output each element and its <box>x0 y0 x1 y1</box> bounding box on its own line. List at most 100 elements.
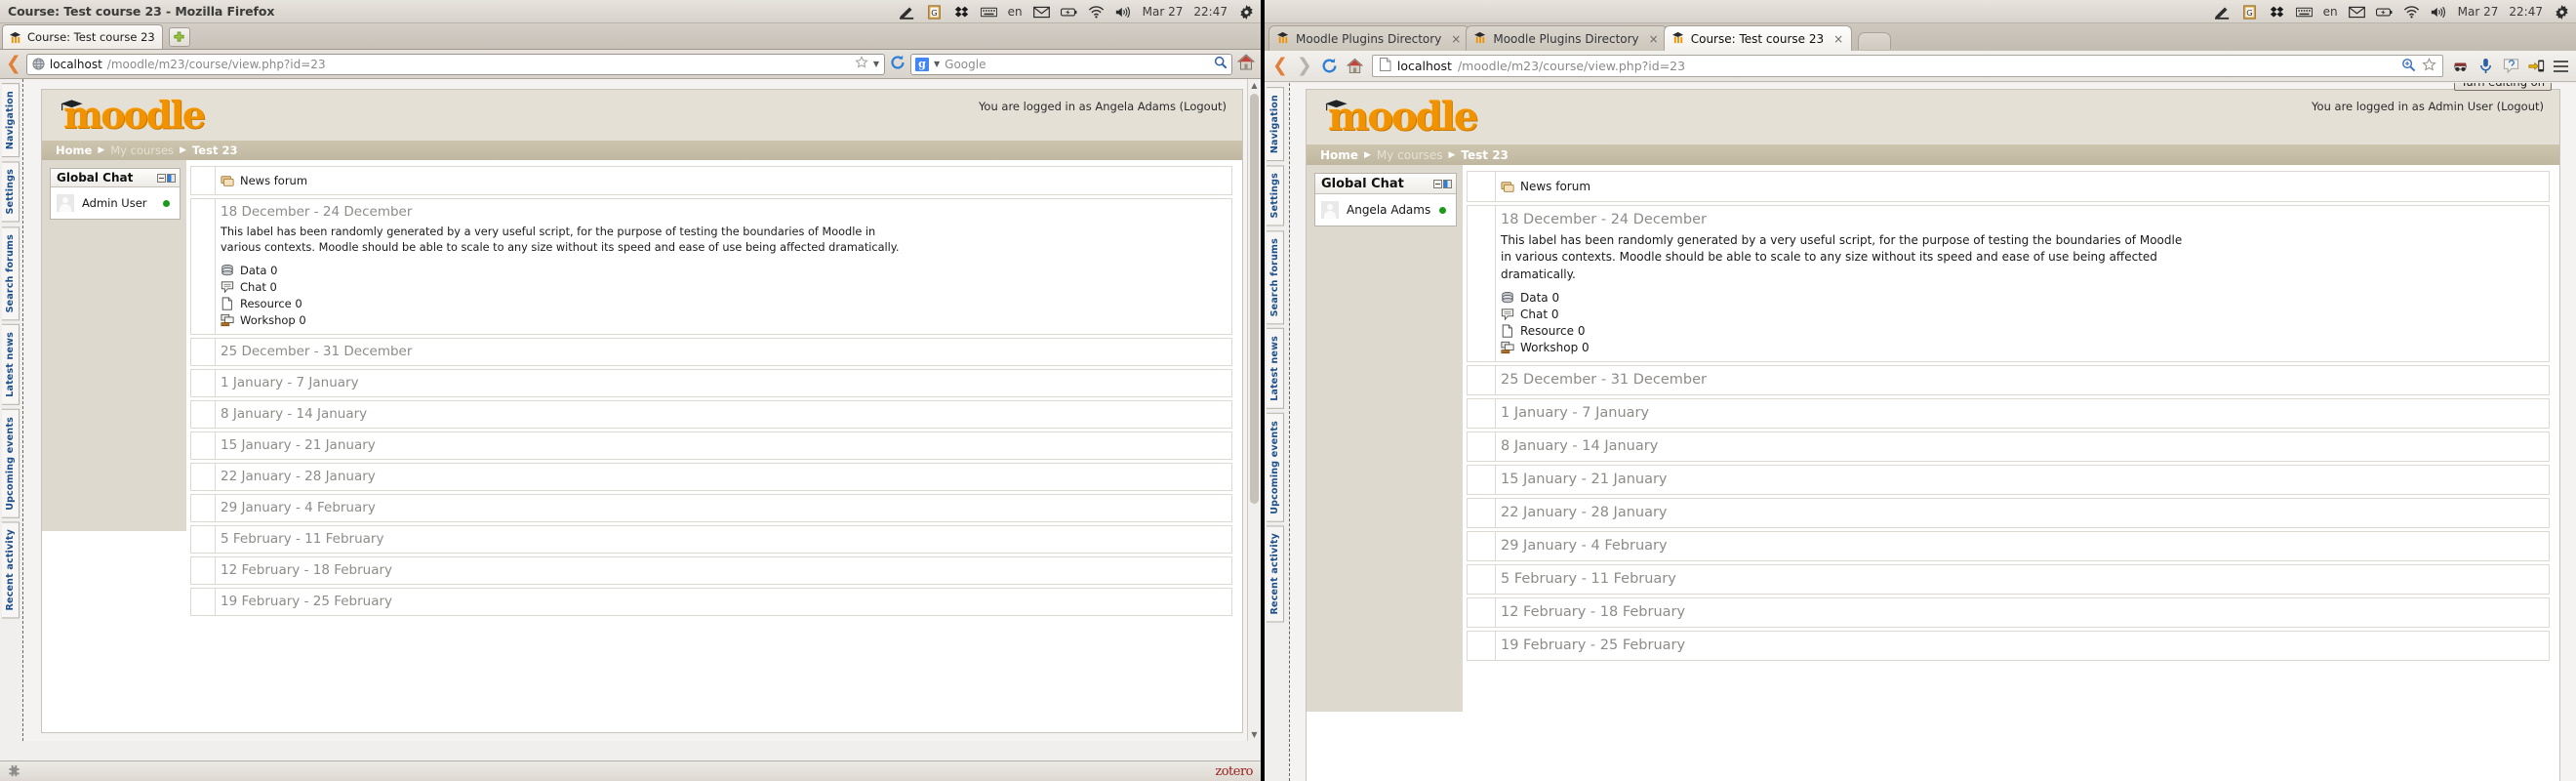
activity-label[interactable]: Data 0 <box>1520 291 1559 305</box>
week-row[interactable]: 12 February - 18 February <box>190 555 1232 585</box>
gear-icon[interactable] <box>1238 4 1255 20</box>
activity-label[interactable]: Data 0 <box>240 264 277 277</box>
incognito-icon[interactable] <box>2452 58 2469 74</box>
dock-tab-settings[interactable]: Settings <box>2 161 20 223</box>
activity-label[interactable]: Resource 0 <box>240 297 302 310</box>
footer-login-status[interactable]: You are logged in as Angela Adams (Logou… <box>23 733 1261 741</box>
address-bar[interactable]: localhost/moodle/m23/course/view.php?id=… <box>1371 55 2443 77</box>
hamburger-menu-icon[interactable] <box>2554 60 2568 72</box>
breadcrumb-course[interactable]: Test 23 <box>192 144 237 157</box>
zotero-logo[interactable]: zotero <box>1215 764 1253 779</box>
activity-row-workshop[interactable]: Workshop 0 <box>1501 339 2541 355</box>
dock-tab-navigation[interactable]: Navigation <box>2 83 20 158</box>
battery-icon[interactable] <box>2375 5 2393 20</box>
volume-icon[interactable] <box>1115 5 1132 20</box>
week-row[interactable]: 15 January - 21 January <box>190 431 1232 460</box>
new-tab-button[interactable] <box>1858 32 1892 50</box>
clipboard-icon[interactable]: G <box>2241 4 2258 20</box>
envelope-icon[interactable] <box>2348 5 2365 20</box>
week-row[interactable]: 1 January - 7 January <box>190 368 1232 397</box>
dock-icon[interactable] <box>1443 179 1452 188</box>
keyboard-language[interactable]: en <box>2323 5 2338 19</box>
dock-tab-search-forums[interactable]: Search forums <box>2 226 20 320</box>
activity-label[interactable]: Resource 0 <box>1520 324 1585 338</box>
addon-icon[interactable] <box>8 762 20 781</box>
home-icon[interactable] <box>1236 54 1256 74</box>
star-icon[interactable] <box>2422 57 2436 75</box>
star-icon[interactable] <box>855 56 868 72</box>
close-icon[interactable]: × <box>1833 32 1843 46</box>
week-row[interactable]: 29 January - 4 February <box>190 493 1232 522</box>
back-button[interactable]: ❮ <box>1272 57 1288 75</box>
dock-tab-upcoming-events[interactable]: Upcoming events <box>2 408 20 518</box>
keyboard-language[interactable]: en <box>1008 5 1023 19</box>
week-row[interactable]: 22 January - 28 January <box>190 462 1232 491</box>
dropbox-icon[interactable] <box>2269 5 2285 20</box>
chat-user-row[interactable]: Admin User <box>55 192 176 214</box>
week-row[interactable]: 1 January - 7 January <box>1467 398 2550 430</box>
week-row[interactable]: 19 February - 25 February <box>190 587 1232 616</box>
hangouts-icon[interactable] <box>2503 58 2519 74</box>
minimize-icon[interactable] <box>157 173 166 183</box>
browser-tab-course[interactable]: Course: Test course 23 × <box>1663 25 1853 51</box>
week-row[interactable]: 22 January - 28 January <box>1467 498 2550 529</box>
activity-row-resource[interactable]: Resource 0 <box>1501 322 2541 339</box>
week-row[interactable]: 19 February - 25 February <box>1467 631 2550 662</box>
browser-tab-plugins-2[interactable]: Moodle Plugins Directory × <box>1466 25 1668 51</box>
tray-date[interactable]: Mar 27 <box>1143 5 1184 19</box>
week-row[interactable]: 25 December - 31 December <box>190 337 1232 366</box>
news-forum-label[interactable]: News forum <box>240 174 307 187</box>
home-icon[interactable] <box>1346 58 1363 74</box>
dock-tab-search-forums[interactable]: Search forums <box>1267 229 1284 324</box>
activity-row-chat[interactable]: Chat 0 <box>1501 306 2541 322</box>
magnifier-icon[interactable] <box>1214 56 1228 72</box>
search-bar[interactable]: g ▼ Google <box>910 53 1232 75</box>
keyboard-icon[interactable] <box>2295 5 2313 20</box>
week-row[interactable]: 15 January - 21 January <box>1467 465 2550 496</box>
dock-tab-settings[interactable]: Settings <box>1267 165 1284 226</box>
chat-user-name[interactable]: Angela Adams <box>1347 203 1430 217</box>
new-tab-button[interactable] <box>168 27 190 47</box>
chat-user-name[interactable]: Admin User <box>82 196 147 210</box>
activity-row-data[interactable]: Data 0 <box>1501 289 2541 306</box>
wifi-icon[interactable] <box>2403 5 2420 20</box>
dock-tab-latest-news[interactable]: Latest news <box>1267 327 1284 409</box>
news-forum-row[interactable]: News forum <box>1501 178 2541 195</box>
dock-tab-navigation[interactable]: Navigation <box>1267 87 1284 162</box>
chevron-down-icon[interactable]: ▼ <box>873 60 879 68</box>
keyboard-icon[interactable] <box>980 5 997 20</box>
dock-tab-latest-news[interactable]: Latest news <box>2 323 20 405</box>
battery-icon[interactable] <box>1060 5 1077 20</box>
wifi-icon[interactable] <box>1088 5 1105 20</box>
tablet-pen-icon[interactable] <box>2214 5 2231 20</box>
gear-icon[interactable] <box>2554 4 2570 20</box>
turn-editing-on-button[interactable]: Turn editing on <box>2454 83 2552 91</box>
dropbox-icon[interactable] <box>953 5 970 20</box>
activity-row-resource[interactable]: Resource 0 <box>221 296 1224 312</box>
dock-tab-recent-activity[interactable]: Recent activity <box>1267 525 1284 623</box>
zoom-search-icon[interactable] <box>2401 58 2416 75</box>
reload-icon[interactable] <box>890 55 906 74</box>
reload-icon[interactable] <box>1321 58 1338 74</box>
breadcrumb-my-courses[interactable]: My courses <box>110 144 174 157</box>
envelope-icon[interactable] <box>1032 5 1050 20</box>
activity-label[interactable]: Chat 0 <box>240 280 277 294</box>
send-to-device-icon[interactable] <box>2528 58 2545 74</box>
activity-label[interactable]: Chat 0 <box>1520 308 1559 321</box>
breadcrumb-my-courses[interactable]: My courses <box>1377 148 1443 162</box>
browser-tab-plugins-1[interactable]: Moodle Plugins Directory × <box>1268 25 1470 51</box>
dock-tab-recent-activity[interactable]: Recent activity <box>2 521 20 619</box>
login-status-top[interactable]: You are logged in as Admin User (Logout) <box>2312 100 2544 113</box>
week-row[interactable]: 25 December - 31 December <box>1467 365 2550 396</box>
activity-row-data[interactable]: Data 0 <box>221 263 1224 279</box>
activity-label[interactable]: Workshop 0 <box>1520 341 1590 354</box>
activity-label[interactable]: Workshop 0 <box>240 313 306 327</box>
chat-user-row[interactable]: Angela Adams <box>1319 199 1452 221</box>
dock-tab-upcoming-events[interactable]: Upcoming events <box>1267 412 1284 522</box>
forward-button[interactable]: ❯ <box>1297 57 1312 75</box>
news-forum-row[interactable]: News forum <box>221 172 1224 189</box>
clipboard-icon[interactable]: G <box>926 4 943 20</box>
scroll-up-arrow-icon[interactable]: ▲ <box>1248 79 1261 92</box>
breadcrumb-home[interactable]: Home <box>56 144 92 157</box>
dock-icon[interactable] <box>167 173 176 183</box>
